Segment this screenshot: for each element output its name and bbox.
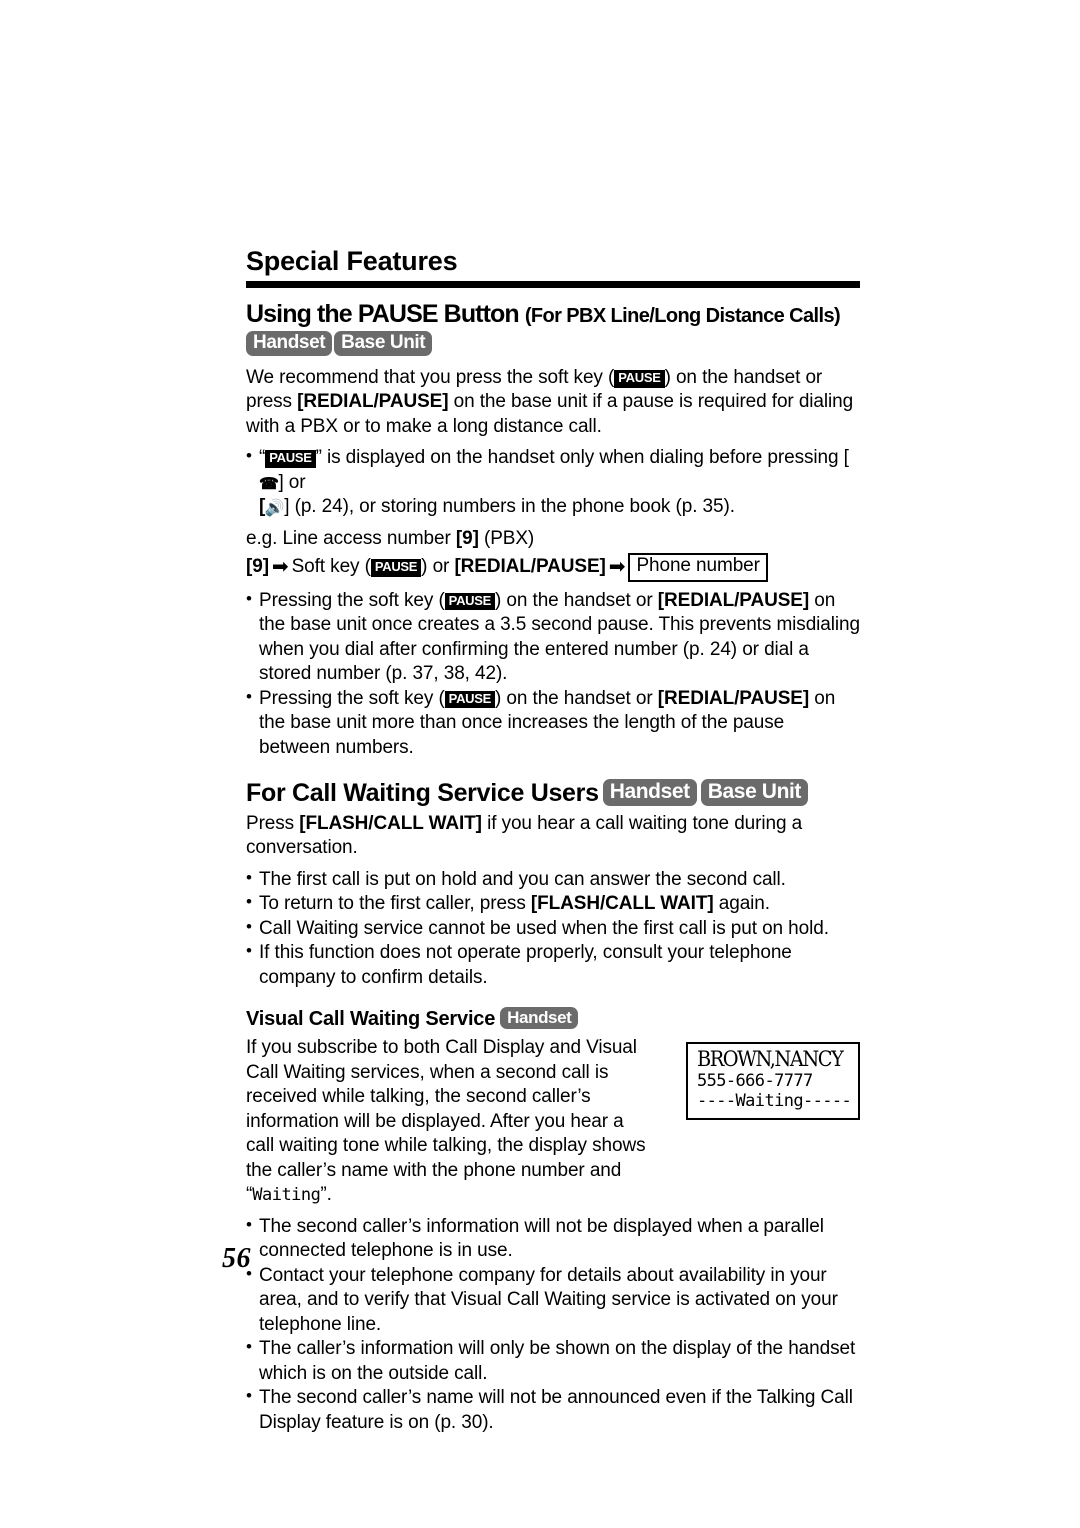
bullet2-part1: Pressing the soft key ( [259,589,445,611]
lcd-display-panel: BROWN,NANCY 555-666-7777 ----Waiting----… [686,1042,860,1120]
call-waiting-bullet-list: The first call is put on hold and you ca… [246,867,860,991]
page-number: 56 [222,1243,251,1274]
visual-paragraph-text: If you subscribe to both Call Display an… [246,1037,646,1181]
visual-intro-paragraph: If you subscribe to both Call Display an… [246,1036,652,1208]
softkey-pause-chip: PAUSE [444,592,495,611]
pause-intro-part1: We recommend that you press the soft key… [246,366,615,388]
title-divider [246,281,860,289]
pause-intro-redial-key: [REDIAL/PAUSE] [297,391,449,413]
list-item: The first call is put on hold and you ca… [246,867,860,893]
pause-bullet-list-2: Pressing the soft key (PAUSE) on the han… [246,588,860,761]
visual-quote-close: ”. [320,1184,332,1206]
list-item: The second caller’s information will not… [246,1214,860,1264]
list-item: Pressing the soft key (PAUSE) on the han… [246,686,860,761]
arrow-right-icon: ➡ [271,556,289,579]
flow-step-digit-9: [9] [246,556,269,578]
page-title: Special Features [246,246,458,276]
list-item: The caller’s information will only be sh… [246,1336,860,1386]
flow-softkey-label-post: ) or [421,556,455,578]
flow-softkey-label-pre: Soft key ( [291,556,371,578]
badge-base-unit: Base Unit [334,331,433,356]
speaker-icon: [🔊 [259,496,285,518]
lcd-caller-number: 555-666-7777 [697,1070,813,1091]
arrow-right-icon: ➡ [608,556,626,579]
flow-redial-key: [REDIAL/PAUSE] [454,556,606,578]
section-title-call-waiting-text: For Call Waiting Service Users [246,779,599,808]
list-item: Pressing the soft key (PAUSE) on the han… [246,588,860,687]
list-item: Call Waiting service cannot be used when… [246,916,860,942]
badge-handset: Handset [602,779,697,806]
section-title-call-waiting: For Call Waiting Service Users Handset Bas… [246,779,860,808]
section-title-pause-sub: (For PBX Line/Long Distance Calls) [524,305,841,328]
list-item: “PAUSE” is displayed on the handset only… [246,445,860,520]
cw-flash-key: [FLASH/CALL WAIT] [530,893,714,915]
bullet1-part3: ] or [278,471,306,493]
pause-intro-paragraph: We recommend that you press the soft key… [246,366,860,440]
bullet1-part2: ” is displayed on the handset only when … [315,447,849,469]
visual-bullet-list: The second caller’s information will not… [246,1214,860,1436]
subsection-title-visual-text: Visual Call Waiting Service [246,1008,496,1031]
bullet1-continuation: [🔊] (p. 24), or storing numbers in the p… [259,495,860,520]
section-title-pause-button: Using the PAUSE Button (For PBX Line/Lon… [246,301,860,328]
pause-example-label: e.g. Line access number [246,527,456,549]
cw-bullet-flash-part1: To return to the first caller, press [259,893,531,915]
badge-base-unit: Base Unit [700,779,809,806]
bullet3-part2: ) on the handset or [495,687,658,709]
list-item: The second caller’s name will not be ann… [246,1385,860,1435]
badge-handset: Handset [500,1007,579,1030]
softkey-pause-chip: PAUSE [370,559,422,578]
bullet1-part4: ] (p. 24), or storing numbers in the pho… [284,496,735,518]
call-waiting-intro-paragraph: Press [FLASH/CALL WAIT] if you hear a ca… [246,812,860,861]
visual-quote-word: Waiting [252,1185,321,1206]
phone-number-box: Phone number [628,553,768,582]
softkey-pause-chip: PAUSE [444,690,495,709]
manual-page: Special Features Using the PAUSE Button … [0,0,1080,1528]
device-badges-pause: Handset Base Unit [246,331,860,356]
page-content: Special Features Using the PAUSE Button … [246,247,860,1442]
pause-flow-line: [9] ➡ Soft key (PAUSE) or [REDIAL/PAUSE] ➡ P… [246,553,860,582]
softkey-pause-chip: PAUSE [614,369,665,388]
cw-bullet-flash-part3: again. [713,893,770,915]
pause-example-line: e.g. Line access number [9] (PBX) [246,527,860,552]
pause-example-suffix: (PBX) [478,527,535,549]
badge-handset: Handset [246,331,333,356]
bullet3-part1: Pressing the soft key ( [259,687,445,709]
section-title-pause-main: Using the PAUSE Button [246,300,520,329]
bullet3-redial-key: [REDIAL/PAUSE] [657,687,810,709]
cw-flash-key: [FLASH/CALL WAIT] [299,812,482,834]
visual-call-waiting-body: BROWN,NANCY 555-666-7777 ----Waiting----… [246,1036,860,1208]
list-item: To return to the first caller, press [FL… [246,891,860,917]
bullet2-part2: ) on the handset or [495,589,658,611]
softkey-pause-chip: PAUSE [265,450,316,469]
cw-intro-part1: Press [246,812,300,834]
lcd-caller-name: BROWN,NANCY [697,1047,844,1072]
pause-bullet-list-1: “PAUSE” is displayed on the handset only… [246,445,860,520]
handset-icon: ☎ [259,475,279,493]
subsection-title-visual-call-waiting: Visual Call Waiting Service Handset [246,1007,860,1030]
list-item: Contact your telephone company for detai… [246,1263,860,1338]
pause-example-key: [9] [455,527,479,549]
bullet2-redial-key: [REDIAL/PAUSE] [657,589,810,611]
lcd-status-line: ----Waiting----- [697,1091,852,1112]
list-item: If this function does not operate proper… [246,940,860,990]
